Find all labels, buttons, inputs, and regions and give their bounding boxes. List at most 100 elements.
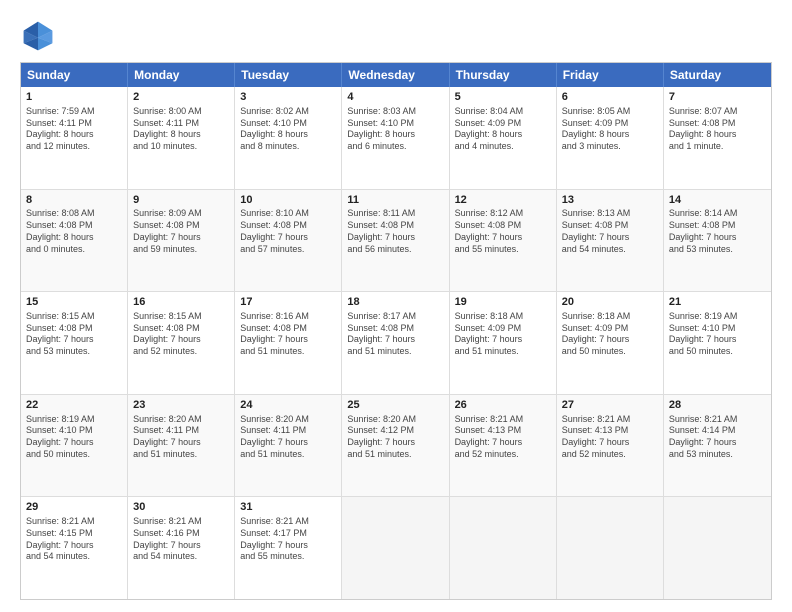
calendar-cell: 28Sunrise: 8:21 AMSunset: 4:14 PMDayligh… [664,395,771,497]
day-number: 11 [347,193,443,208]
day-number: 30 [133,500,229,515]
cell-text: Sunrise: 8:21 AMSunset: 4:13 PMDaylight:… [562,414,658,461]
calendar-cell: 9Sunrise: 8:09 AMSunset: 4:08 PMDaylight… [128,190,235,292]
cell-text: Sunrise: 8:12 AMSunset: 4:08 PMDaylight:… [455,208,551,255]
calendar-cell: 11Sunrise: 8:11 AMSunset: 4:08 PMDayligh… [342,190,449,292]
calendar-cell: 20Sunrise: 8:18 AMSunset: 4:09 PMDayligh… [557,292,664,394]
calendar-header-cell: Thursday [450,63,557,87]
cell-text: Sunrise: 8:16 AMSunset: 4:08 PMDaylight:… [240,311,336,358]
day-number: 19 [455,295,551,310]
day-number: 2 [133,90,229,105]
calendar-cell: 22Sunrise: 8:19 AMSunset: 4:10 PMDayligh… [21,395,128,497]
calendar-header-cell: Saturday [664,63,771,87]
cell-text: Sunrise: 8:20 AMSunset: 4:11 PMDaylight:… [240,414,336,461]
calendar-header-cell: Monday [128,63,235,87]
day-number: 1 [26,90,122,105]
cell-text: Sunrise: 7:59 AMSunset: 4:11 PMDaylight:… [26,106,122,153]
day-number: 14 [669,193,766,208]
day-number: 4 [347,90,443,105]
day-number: 22 [26,398,122,413]
calendar-cell: 19Sunrise: 8:18 AMSunset: 4:09 PMDayligh… [450,292,557,394]
cell-text: Sunrise: 8:00 AMSunset: 4:11 PMDaylight:… [133,106,229,153]
calendar-week-row: 1Sunrise: 7:59 AMSunset: 4:11 PMDaylight… [21,87,771,190]
calendar-cell: 23Sunrise: 8:20 AMSunset: 4:11 PMDayligh… [128,395,235,497]
cell-text: Sunrise: 8:15 AMSunset: 4:08 PMDaylight:… [133,311,229,358]
day-number: 13 [562,193,658,208]
calendar-cell: 7Sunrise: 8:07 AMSunset: 4:08 PMDaylight… [664,87,771,189]
cell-text: Sunrise: 8:20 AMSunset: 4:12 PMDaylight:… [347,414,443,461]
calendar-cell: 2Sunrise: 8:00 AMSunset: 4:11 PMDaylight… [128,87,235,189]
cell-text: Sunrise: 8:15 AMSunset: 4:08 PMDaylight:… [26,311,122,358]
cell-text: Sunrise: 8:10 AMSunset: 4:08 PMDaylight:… [240,208,336,255]
day-number: 28 [669,398,766,413]
calendar-cell: 29Sunrise: 8:21 AMSunset: 4:15 PMDayligh… [21,497,128,599]
cell-text: Sunrise: 8:20 AMSunset: 4:11 PMDaylight:… [133,414,229,461]
calendar-week-row: 8Sunrise: 8:08 AMSunset: 4:08 PMDaylight… [21,190,771,293]
cell-text: Sunrise: 8:05 AMSunset: 4:09 PMDaylight:… [562,106,658,153]
cell-text: Sunrise: 8:18 AMSunset: 4:09 PMDaylight:… [455,311,551,358]
cell-text: Sunrise: 8:14 AMSunset: 4:08 PMDaylight:… [669,208,766,255]
day-number: 10 [240,193,336,208]
calendar: SundayMondayTuesdayWednesdayThursdayFrid… [20,62,772,600]
day-number: 17 [240,295,336,310]
cell-text: Sunrise: 8:13 AMSunset: 4:08 PMDaylight:… [562,208,658,255]
day-number: 7 [669,90,766,105]
calendar-cell [664,497,771,599]
calendar-header-cell: Sunday [21,63,128,87]
calendar-week-row: 15Sunrise: 8:15 AMSunset: 4:08 PMDayligh… [21,292,771,395]
calendar-cell: 10Sunrise: 8:10 AMSunset: 4:08 PMDayligh… [235,190,342,292]
cell-text: Sunrise: 8:21 AMSunset: 4:14 PMDaylight:… [669,414,766,461]
cell-text: Sunrise: 8:19 AMSunset: 4:10 PMDaylight:… [669,311,766,358]
day-number: 31 [240,500,336,515]
calendar-cell: 4Sunrise: 8:03 AMSunset: 4:10 PMDaylight… [342,87,449,189]
logo [20,18,62,54]
day-number: 9 [133,193,229,208]
day-number: 18 [347,295,443,310]
calendar-cell: 13Sunrise: 8:13 AMSunset: 4:08 PMDayligh… [557,190,664,292]
cell-text: Sunrise: 8:21 AMSunset: 4:17 PMDaylight:… [240,516,336,563]
day-number: 25 [347,398,443,413]
calendar-week-row: 29Sunrise: 8:21 AMSunset: 4:15 PMDayligh… [21,497,771,599]
calendar-cell: 3Sunrise: 8:02 AMSunset: 4:10 PMDaylight… [235,87,342,189]
cell-text: Sunrise: 8:04 AMSunset: 4:09 PMDaylight:… [455,106,551,153]
calendar-cell: 25Sunrise: 8:20 AMSunset: 4:12 PMDayligh… [342,395,449,497]
cell-text: Sunrise: 8:11 AMSunset: 4:08 PMDaylight:… [347,208,443,255]
calendar-header-cell: Friday [557,63,664,87]
day-number: 26 [455,398,551,413]
page: SundayMondayTuesdayWednesdayThursdayFrid… [0,0,792,612]
calendar-cell [450,497,557,599]
calendar-cell: 30Sunrise: 8:21 AMSunset: 4:16 PMDayligh… [128,497,235,599]
cell-text: Sunrise: 8:07 AMSunset: 4:08 PMDaylight:… [669,106,766,153]
calendar-cell [557,497,664,599]
cell-text: Sunrise: 8:21 AMSunset: 4:15 PMDaylight:… [26,516,122,563]
day-number: 21 [669,295,766,310]
day-number: 23 [133,398,229,413]
day-number: 29 [26,500,122,515]
cell-text: Sunrise: 8:09 AMSunset: 4:08 PMDaylight:… [133,208,229,255]
calendar-cell: 21Sunrise: 8:19 AMSunset: 4:10 PMDayligh… [664,292,771,394]
cell-text: Sunrise: 8:02 AMSunset: 4:10 PMDaylight:… [240,106,336,153]
calendar-cell: 26Sunrise: 8:21 AMSunset: 4:13 PMDayligh… [450,395,557,497]
day-number: 6 [562,90,658,105]
calendar-body: 1Sunrise: 7:59 AMSunset: 4:11 PMDaylight… [21,87,771,599]
day-number: 12 [455,193,551,208]
calendar-cell: 14Sunrise: 8:14 AMSunset: 4:08 PMDayligh… [664,190,771,292]
calendar-header-cell: Tuesday [235,63,342,87]
cell-text: Sunrise: 8:21 AMSunset: 4:13 PMDaylight:… [455,414,551,461]
day-number: 24 [240,398,336,413]
calendar-cell: 31Sunrise: 8:21 AMSunset: 4:17 PMDayligh… [235,497,342,599]
calendar-cell: 17Sunrise: 8:16 AMSunset: 4:08 PMDayligh… [235,292,342,394]
cell-text: Sunrise: 8:17 AMSunset: 4:08 PMDaylight:… [347,311,443,358]
day-number: 5 [455,90,551,105]
cell-text: Sunrise: 8:19 AMSunset: 4:10 PMDaylight:… [26,414,122,461]
cell-text: Sunrise: 8:03 AMSunset: 4:10 PMDaylight:… [347,106,443,153]
cell-text: Sunrise: 8:21 AMSunset: 4:16 PMDaylight:… [133,516,229,563]
calendar-cell: 6Sunrise: 8:05 AMSunset: 4:09 PMDaylight… [557,87,664,189]
calendar-header-row: SundayMondayTuesdayWednesdayThursdayFrid… [21,63,771,87]
logo-icon [20,18,56,54]
day-number: 3 [240,90,336,105]
day-number: 16 [133,295,229,310]
day-number: 20 [562,295,658,310]
cell-text: Sunrise: 8:08 AMSunset: 4:08 PMDaylight:… [26,208,122,255]
day-number: 27 [562,398,658,413]
